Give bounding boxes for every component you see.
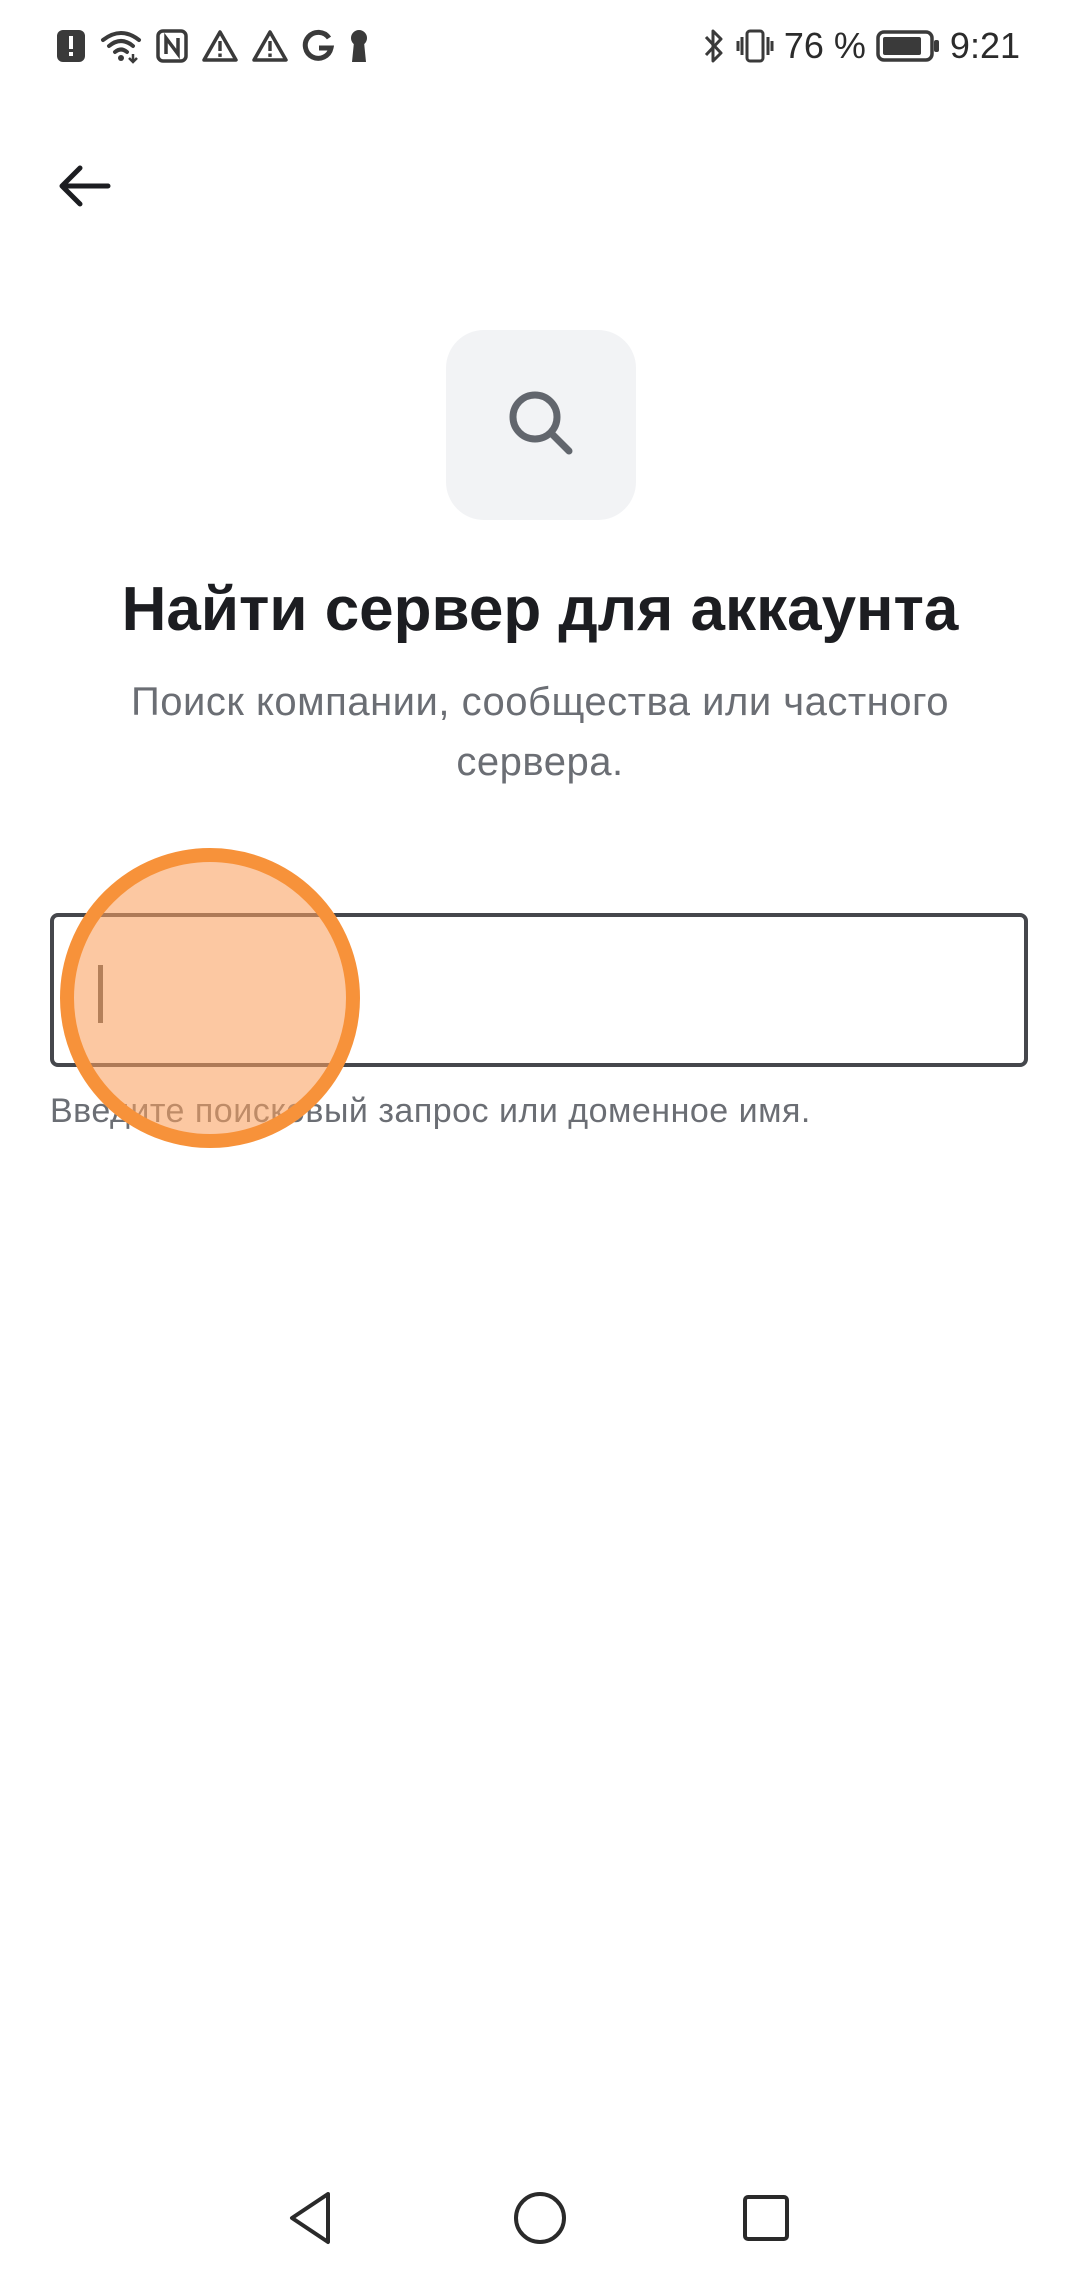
page-title: Найти сервер для аккаунта <box>121 575 959 644</box>
arrow-left-icon <box>56 162 112 215</box>
back-button[interactable] <box>44 148 124 228</box>
recents-square-icon <box>738 2190 794 2251</box>
server-search-input[interactable] <box>54 917 1024 1063</box>
status-left-icons <box>56 22 370 70</box>
nfc-icon <box>156 28 188 64</box>
keyhole-icon <box>348 28 370 64</box>
vibrate-icon <box>736 27 774 65</box>
search-icon <box>503 385 579 466</box>
server-search-field[interactable] <box>50 913 1028 1067</box>
clock: 9:21 <box>949 25 1020 66</box>
battery-percent: 76 % <box>783 25 866 66</box>
page-subtitle: Поиск компании, сообщества или частного … <box>131 680 949 784</box>
alert-badge-icon <box>56 28 86 64</box>
status-bar: 76 % 9:21 <box>0 0 1080 92</box>
nav-recents-button[interactable] <box>726 2180 806 2260</box>
warning-icon <box>202 29 238 63</box>
home-circle-icon <box>510 2188 570 2253</box>
system-nav-bar <box>0 2160 1080 2280</box>
wifi-icon <box>100 28 142 64</box>
battery-icon <box>876 28 940 64</box>
back-triangle-icon <box>282 2188 338 2253</box>
nav-back-button[interactable] <box>270 2180 350 2260</box>
search-helper-text: Введите поисковый запрос или доменное им… <box>50 1092 811 1130</box>
text-cursor <box>98 965 103 1023</box>
google-icon <box>302 29 334 63</box>
bluetooth-icon <box>702 27 726 65</box>
nav-home-button[interactable] <box>500 2180 580 2260</box>
status-right-icons: 76 % 9:21 <box>702 22 1020 70</box>
hero-icon-tile <box>446 330 636 520</box>
warning-icon <box>252 29 288 63</box>
